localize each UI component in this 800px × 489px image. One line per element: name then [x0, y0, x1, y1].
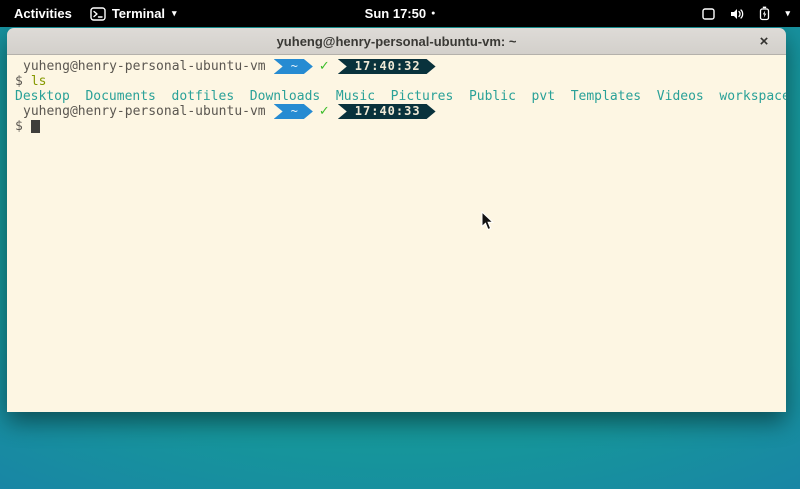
terminal-window: yuheng@henry-personal-ubuntu-vm: ~ × yuh… [7, 28, 786, 412]
system-tray[interactable]: ▾ [701, 0, 792, 27]
clock[interactable]: Sun 17:50 [365, 6, 426, 21]
chevron-down-icon: ▾ [172, 9, 177, 18]
app-menu-button[interactable]: Terminal ▾ [90, 6, 177, 21]
top-bar: Activities Terminal ▾ Sun 17:50 ● [0, 0, 800, 27]
current-input-line[interactable]: $ [15, 119, 786, 134]
prompt-time-badge: 17:40:32 [338, 59, 436, 74]
prompt-user-host: yuheng@henry-personal-ubuntu-vm [23, 59, 266, 74]
check-icon: ✓ [319, 104, 330, 119]
prompt-path-segment: ~ [274, 59, 313, 74]
close-button[interactable]: × [754, 28, 774, 55]
prompt-path-segment: ~ [274, 104, 313, 119]
prompt-line: yuheng@henry-personal-ubuntu-vm ~ ✓ 17:4… [15, 59, 786, 74]
battery-charging-icon [758, 6, 771, 21]
prompt-symbol: $ [15, 74, 23, 89]
notification-dot: ● [431, 10, 435, 17]
ls-output: Desktop Documents dotfiles Downloads Mus… [15, 89, 786, 104]
command-line: $ ls [15, 74, 786, 89]
volume-icon [729, 7, 745, 21]
terminal-icon [90, 7, 106, 21]
app-menu-label: Terminal [112, 6, 165, 21]
prompt-line: yuheng@henry-personal-ubuntu-vm ~ ✓ 17:4… [15, 104, 786, 119]
prompt-user-host: yuheng@henry-personal-ubuntu-vm [23, 104, 266, 119]
prompt-symbol: $ [15, 119, 23, 134]
terminal-content[interactable]: yuheng@henry-personal-ubuntu-vm ~ ✓ 17:4… [7, 55, 786, 412]
tray-chevron-down-icon: ▾ [785, 9, 790, 18]
titlebar[interactable]: yuheng@henry-personal-ubuntu-vm: ~ × [7, 28, 786, 55]
desktop: Activities Terminal ▾ Sun 17:50 ● [0, 0, 800, 489]
window-title: yuheng@henry-personal-ubuntu-vm: ~ [277, 34, 517, 49]
text-cursor [31, 120, 40, 133]
display-icon [701, 7, 716, 21]
check-icon: ✓ [319, 59, 330, 74]
prompt-time-badge: 17:40:33 [338, 104, 436, 119]
command-text: ls [31, 74, 47, 89]
activities-button[interactable]: Activities [10, 4, 76, 23]
